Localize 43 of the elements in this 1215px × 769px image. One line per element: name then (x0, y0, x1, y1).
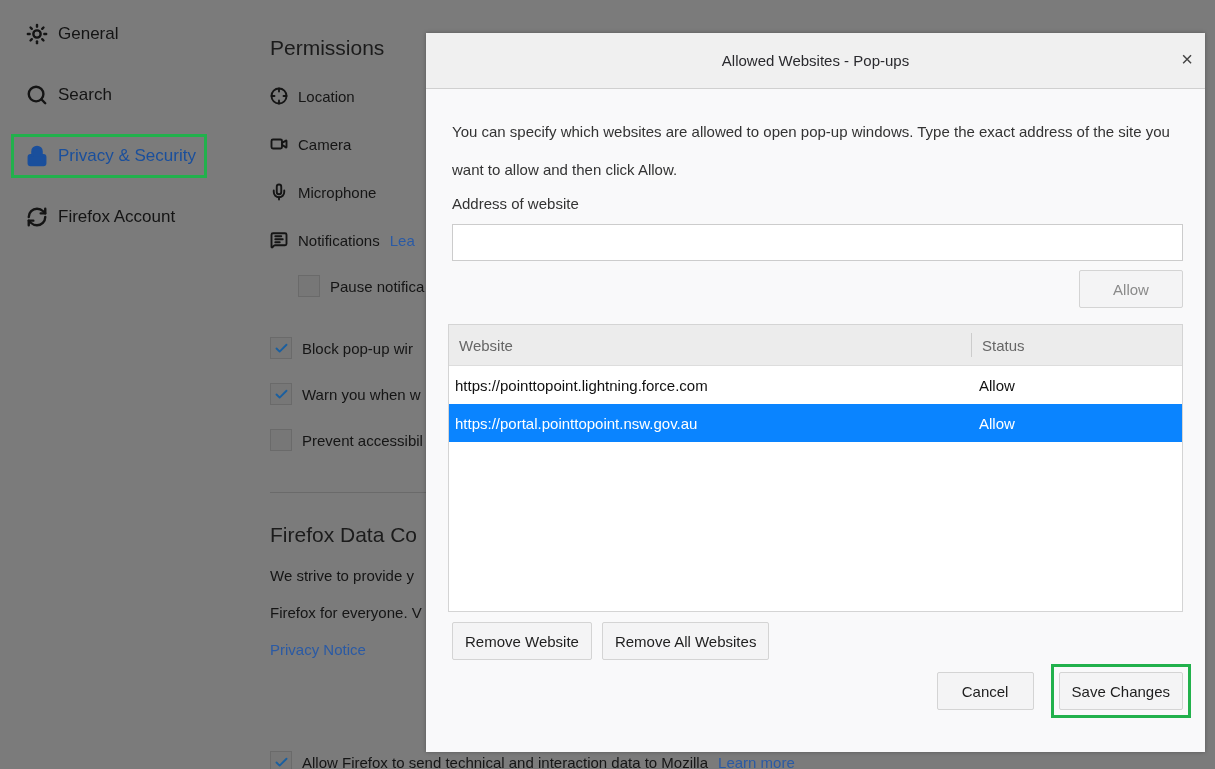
gear-icon (26, 23, 48, 45)
checkbox-label: Block pop-up wir (302, 339, 413, 357)
cancel-button[interactable]: Cancel (936, 672, 1034, 710)
checkbox-label: Prevent accessibil (302, 431, 423, 449)
permission-label: Microphone (298, 183, 377, 201)
description-text: We strive to provide y (270, 567, 415, 584)
table-row[interactable]: https://portal.pointtopoint.nsw.gov.au Allow (449, 404, 1182, 442)
section-title: Firefox Data Co (270, 523, 419, 547)
lock-icon (26, 145, 48, 167)
checkbox-label: Warn you when w (302, 385, 421, 403)
column-header[interactable]: Website (449, 325, 971, 365)
save-button[interactable]: Save Changes (1058, 672, 1183, 710)
permission-label: Notifications (298, 231, 380, 249)
sidebar-item[interactable]: Search (11, 73, 123, 117)
checkbox[interactable] (270, 383, 292, 405)
description-text: You can specify which websites are allowed to open pop-up windows. Type the exact address of the site you want to allow and then click Allow. (452, 122, 1171, 180)
sync-icon (26, 206, 48, 228)
section-title: Permissions (270, 36, 386, 60)
remove-button[interactable]: Remove All Websites (601, 622, 770, 660)
notifications-icon (270, 231, 288, 249)
sidebar-item[interactable]: General (11, 12, 130, 56)
website-cell-text: https://portal.pointtopoint.nsw.gov.au (454, 414, 699, 432)
column-header[interactable]: Status (971, 333, 1182, 357)
table-row[interactable]: https://pointtopoint.lightning.force.com Allow (449, 366, 1182, 404)
search-icon (26, 84, 48, 106)
description-text: Firefox for everyone. V (270, 604, 423, 621)
status-cell-text: Allow (978, 376, 1016, 394)
permission-label: Location (298, 87, 355, 105)
permission-label: Camera (298, 135, 352, 153)
checkbox-label: Pause notifica (330, 277, 425, 295)
remove-button[interactable]: Remove Website (452, 622, 592, 660)
close-button[interactable]: × (1177, 48, 1197, 71)
location-icon (270, 87, 288, 105)
website-cell-text: https://pointtopoint.lightning.force.com (454, 376, 709, 394)
checkbox[interactable] (270, 751, 292, 769)
checkbox[interactable] (270, 337, 292, 359)
microphone-icon (270, 183, 288, 201)
sidebar-item[interactable]: Firefox Account (11, 195, 187, 239)
checkbox-label: Allow Firefox to send technical and interaction data to Mozilla (302, 753, 709, 769)
address-input-field[interactable] (452, 224, 1183, 261)
dialog-title: Allowed Websites - Pop-ups (721, 52, 910, 69)
field-label: Address of website (452, 195, 580, 212)
status-cell-text: Allow (978, 414, 1016, 432)
